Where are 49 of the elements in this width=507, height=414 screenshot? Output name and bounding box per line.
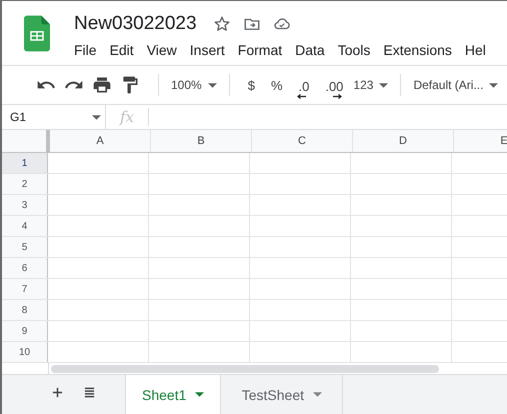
row-header[interactable]: 5 — [2, 237, 48, 257]
currency-format-button[interactable]: $ — [248, 78, 255, 92]
row-header[interactable]: 8 — [2, 300, 48, 320]
menu-item[interactable]: File — [74, 42, 97, 58]
caret-icon — [92, 114, 101, 120]
caret-icon — [208, 82, 217, 88]
column-header[interactable]: E — [454, 130, 507, 152]
row-header[interactable]: 7 — [2, 279, 48, 299]
menu-item[interactable]: View — [146, 42, 177, 58]
column-header[interactable]: C — [252, 130, 353, 152]
more-formats-dropdown[interactable]: 123 — [351, 78, 390, 92]
row-header[interactable]: 6 — [2, 258, 48, 278]
menu-item[interactable]: Tools — [338, 42, 370, 58]
menu-item[interactable]: Extensions — [383, 42, 452, 58]
name-box[interactable]: G1 — [2, 105, 106, 129]
menu-item[interactable]: Data — [295, 42, 325, 58]
row-header[interactable]: 9 — [2, 321, 48, 341]
add-sheet-icon[interactable] — [52, 387, 63, 398]
row-header[interactable]: 4 — [2, 216, 48, 236]
caret-icon — [195, 392, 204, 397]
column-header[interactable]: B — [151, 130, 252, 152]
menu-item[interactable]: Edit — [110, 42, 134, 58]
caret-icon — [489, 82, 498, 88]
increase-decimals-button[interactable]: .00 — [325, 80, 344, 98]
horizontal-scrollbar[interactable] — [51, 364, 439, 372]
zoom-dropdown[interactable]: 100% — [169, 78, 219, 92]
document-title[interactable]: New03022023 — [74, 13, 197, 35]
percent-format-button[interactable]: % — [270, 78, 282, 92]
function-label: fx — [106, 108, 149, 126]
print-icon[interactable] — [92, 75, 112, 95]
column-header[interactable]: A — [50, 130, 151, 152]
row-header[interactable]: 10 — [2, 342, 48, 362]
caret-icon — [379, 82, 388, 88]
decrease-decimals-button[interactable]: .0 — [298, 80, 310, 98]
row-header[interactable]: 2 — [2, 174, 48, 194]
font-dropdown[interactable]: Default (Ari... — [411, 78, 500, 92]
menu-item[interactable]: Insert — [190, 42, 225, 58]
menu-item[interactable]: Hel — [464, 42, 486, 58]
sheets-logo-icon[interactable] — [24, 15, 50, 52]
menu-item[interactable]: Format — [238, 42, 282, 58]
right-arrow-icon — [332, 94, 342, 98]
sheet-tab[interactable]: Sheet1 — [125, 375, 222, 414]
star-icon[interactable] — [212, 15, 231, 33]
list-icon[interactable] — [84, 387, 95, 398]
column-header[interactable]: D — [353, 130, 454, 152]
caret-icon — [313, 392, 322, 397]
left-arrow-icon — [296, 94, 307, 98]
row-header[interactable]: 3 — [2, 195, 48, 215]
row-header[interactable]: 1 — [2, 153, 48, 173]
